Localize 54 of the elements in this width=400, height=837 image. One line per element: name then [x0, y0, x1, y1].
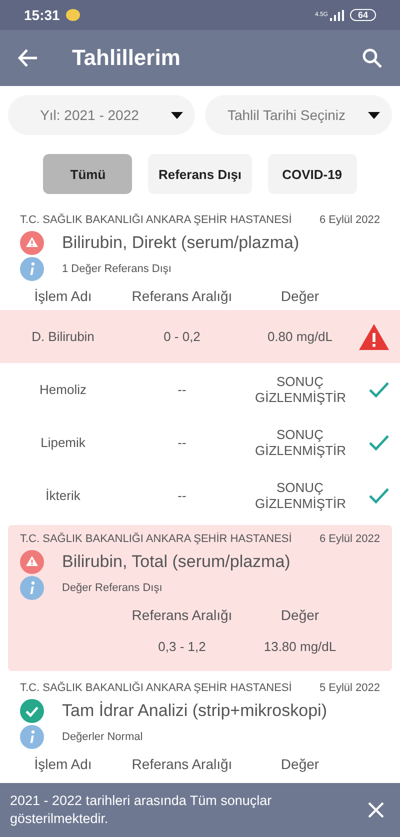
table-cell: SONUÇ GİZLENMİŞTİR — [255, 426, 345, 458]
table-cell-text: Hemoliz — [38, 382, 88, 398]
column-header: Referans Aralığı — [130, 607, 234, 623]
table-cell: 13.80 mg/dL — [264, 639, 336, 655]
status-time: 15:31 — [24, 7, 60, 23]
test-title: Bilirubin, Total (serum/plazma) — [62, 552, 290, 572]
close-button[interactable] — [368, 802, 384, 818]
table-cell: SONUÇ GİZLENMİŞTİR — [255, 374, 345, 406]
hospital-name: T.C. SAĞLIK BAKANLIĞI ANKARA ŞEHİR HASTANESİ — [20, 682, 292, 694]
back-button[interactable] — [18, 49, 38, 67]
column-header: Referans Aralığı — [130, 756, 234, 772]
caret-icon — [368, 112, 380, 118]
info-icon — [20, 576, 44, 600]
info-icon — [20, 725, 44, 749]
result-date: 5 Eylül 2022 — [319, 682, 380, 694]
table-cell-text: 0,3 - 1,2 — [157, 639, 207, 655]
test-title: Bilirubin, Direkt (serum/plazma) — [62, 233, 300, 253]
table-cell-text: -- — [176, 382, 188, 398]
table-cell: SONUÇ GİZLENMİŞTİR — [255, 480, 345, 512]
filter-tab[interactable]: Tümü — [43, 154, 132, 194]
filter-dropdown[interactable]: Yıl: 2021 - 2022 — [8, 95, 195, 135]
signal-icon — [330, 10, 344, 20]
hospital-name: T.C. SAĞLIK BAKANLIĞI ANKARA ŞEHİR HASTANESİ — [20, 533, 292, 545]
table-cell-text: D. Bilirubin — [30, 328, 96, 344]
hospital-name: T.C. SAĞLIK BAKANLIĞI ANKARA ŞEHİR HASTANESİ — [20, 214, 292, 226]
table-cell-text: 0 - 0,2 — [162, 328, 202, 344]
column-header: İşlem Adı — [33, 288, 93, 304]
info-icon — [20, 257, 44, 281]
result-note: Değer Referans Dışı — [62, 582, 162, 594]
caret-icon — [171, 112, 183, 118]
column-header: Değer — [280, 756, 320, 772]
column-header: Değer — [280, 288, 320, 304]
table-cell-text: -- — [176, 488, 188, 504]
result-note: 1 Değer Referans Dışı — [62, 263, 172, 275]
column-header: Referans Aralığı — [130, 288, 234, 304]
filter-tab[interactable]: Referans Dışı — [148, 154, 252, 194]
table-cell: 0.80 mg/dL — [267, 328, 333, 344]
snackbar-message: 2021 - 2022 tarihleri arasında Tüm sonuçlar gösterilmektedir. — [10, 792, 273, 828]
battery-level: 64 — [350, 9, 376, 21]
column-header: Değer — [280, 607, 320, 623]
table-cell-text: Lipemik — [40, 434, 86, 450]
test-title: Tam İdrar Analizi (strip+mikroskopi) — [62, 701, 327, 721]
filter-tab[interactable]: COVID-19 — [268, 154, 357, 194]
result-card[interactable]: T.C. SAĞLIK BAKANLIĞI ANKARA ŞEHİR HASTANESİ 5 Eylül 2022 Tam İdrar Analizi (strip+mikroskopi) Değerler Normal İşlem Adı Referans Aralığı Değer — [0, 674, 400, 778]
result-date: 6 Eylül 2022 — [319, 214, 380, 226]
search-button[interactable] — [362, 48, 382, 68]
screen-title: Tahlillerim — [72, 45, 182, 71]
filter-dropdown[interactable]: Tahlil Tarihi Seçiniz — [205, 95, 392, 135]
result-card[interactable]: T.C. SAĞLIK BAKANLIĞI ANKARA ŞEHİR HASTANESİ 6 Eylül 2022 Bilirubin, Total (serum/plazma) Değer Referans Dışı Referans Aralığı Değer 0,3 - 1,2 13.80 mg/dL — [8, 525, 392, 671]
result-note: Değerler Normal — [62, 731, 143, 743]
table-cell-text: İkterik — [44, 488, 82, 504]
column-header: İşlem Adı — [33, 756, 93, 772]
table-cell-text: -- — [176, 434, 188, 450]
result-date: 6 Eylül 2022 — [319, 533, 380, 545]
